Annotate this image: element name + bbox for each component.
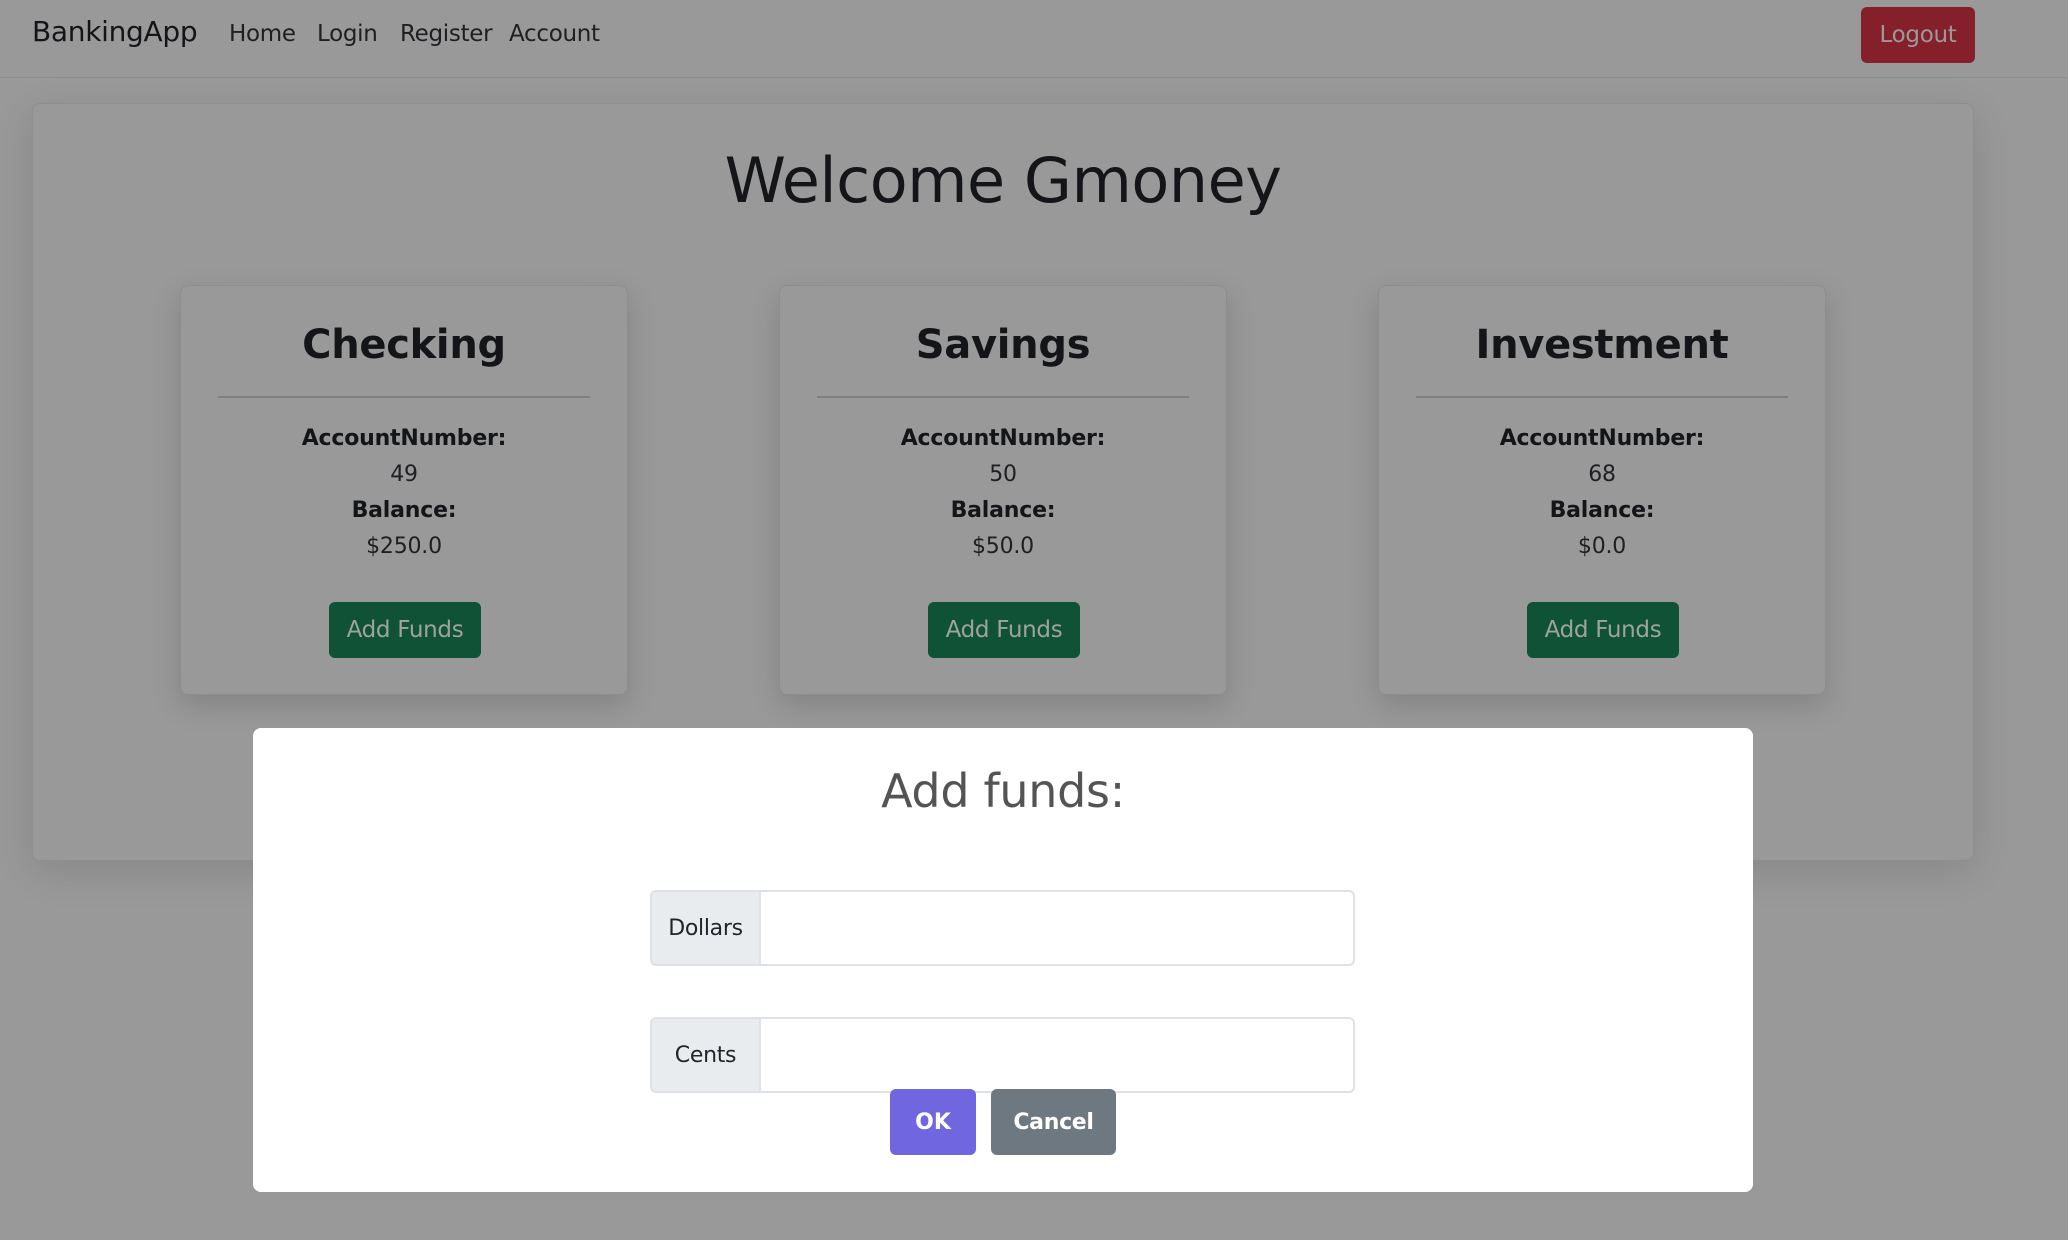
nav-link-account[interactable]: Account: [509, 21, 600, 47]
balance-label: Balance:: [351, 498, 457, 523]
dollars-input-group: Dollars: [650, 890, 1355, 966]
ok-button[interactable]: OK: [890, 1089, 976, 1155]
card-title: Savings: [915, 322, 1091, 368]
cents-input-group: Cents: [650, 1017, 1355, 1093]
add-funds-button[interactable]: Add Funds: [1527, 602, 1679, 658]
account-number-label: AccountNumber:: [1499, 426, 1705, 451]
add-funds-button[interactable]: Add Funds: [329, 602, 481, 658]
welcome-heading: Welcome Gmoney: [724, 144, 1282, 217]
account-number-value: 50: [989, 462, 1017, 487]
card-title: Checking: [302, 322, 506, 368]
nav-link-login[interactable]: Login: [317, 21, 378, 47]
card-divider: [817, 396, 1189, 398]
account-card-checking: Checking AccountNumber: 49 Balance: $250…: [180, 285, 628, 695]
account-number-label: AccountNumber:: [900, 426, 1106, 451]
card-divider: [218, 396, 590, 398]
account-number-value: 49: [390, 462, 418, 487]
dollars-label: Dollars: [650, 890, 760, 966]
card-divider: [1416, 396, 1788, 398]
modal-title: Add funds:: [881, 764, 1125, 818]
account-card-investment: Investment AccountNumber: 68 Balance: $0…: [1378, 285, 1826, 695]
account-number-value: 68: [1588, 462, 1616, 487]
add-funds-button[interactable]: Add Funds: [928, 602, 1080, 658]
dollars-input[interactable]: [760, 890, 1355, 966]
balance-value: $250.0: [366, 534, 442, 559]
account-number-label: AccountNumber:: [301, 426, 507, 451]
nav-link-home[interactable]: Home: [229, 21, 296, 47]
balance-value: $0.0: [1577, 534, 1627, 559]
cents-input[interactable]: [760, 1017, 1355, 1093]
navbar: BankingApp Home Login Register Account L…: [0, 0, 2068, 78]
add-funds-modal: Add funds: Dollars Cents OK Cancel: [253, 728, 1753, 1192]
account-card-savings: Savings AccountNumber: 50 Balance: $50.0…: [779, 285, 1227, 695]
balance-value: $50.0: [972, 534, 1034, 559]
card-title: Investment: [1475, 322, 1729, 368]
balance-label: Balance:: [1549, 498, 1655, 523]
logout-button[interactable]: Logout: [1861, 7, 1975, 63]
balance-label: Balance:: [950, 498, 1056, 523]
nav-link-register[interactable]: Register: [400, 21, 493, 47]
cancel-button[interactable]: Cancel: [991, 1089, 1116, 1155]
brand-link[interactable]: BankingApp: [32, 15, 198, 48]
cents-label: Cents: [650, 1017, 760, 1093]
